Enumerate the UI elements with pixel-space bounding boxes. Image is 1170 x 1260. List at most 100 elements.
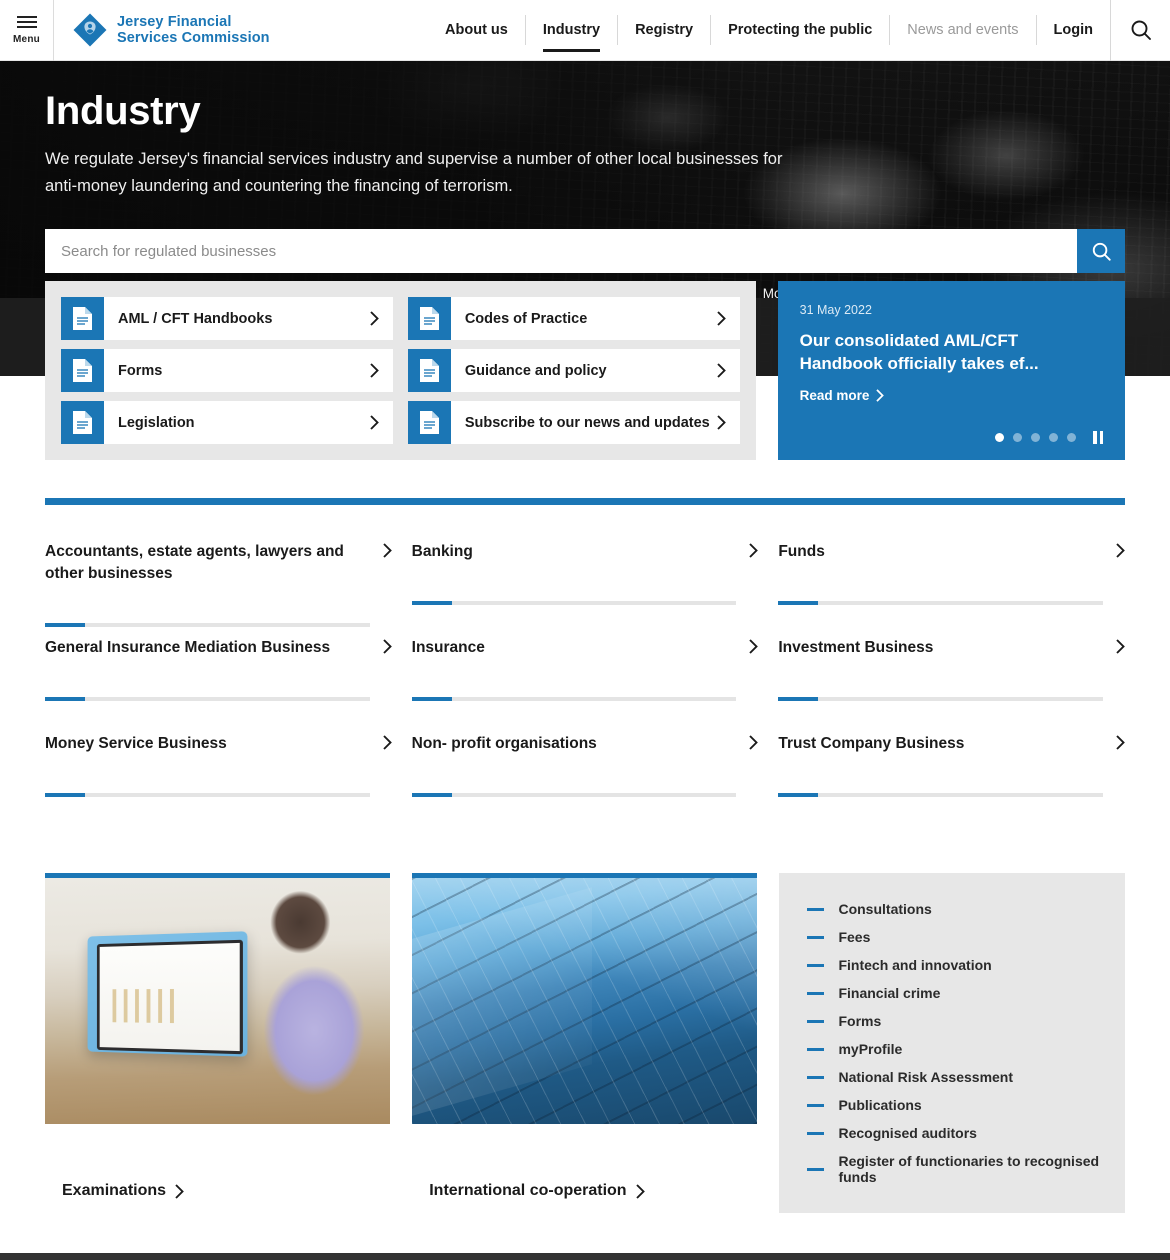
chevron-right-icon: [1116, 541, 1125, 563]
promo-card-examinations[interactable]: Examinations: [45, 873, 391, 1213]
category-label: Trust Company Business: [778, 735, 965, 752]
side-link-fintech-and-innovation[interactable]: Fintech and innovation: [799, 951, 1105, 979]
chevron-right-icon: [749, 637, 759, 659]
side-link-label: Financial crime: [838, 985, 941, 1001]
quick-link-label: Guidance and policy: [464, 362, 607, 379]
pause-icon[interactable]: [1093, 431, 1103, 444]
dash-icon: [807, 935, 825, 939]
side-link-label: Recognised auditors: [838, 1125, 977, 1141]
chevron-right-icon: [716, 311, 740, 326]
category-accent-rule: [45, 697, 370, 701]
category-general-insurance-mediation-business[interactable]: General Insurance Mediation Business: [45, 623, 392, 719]
chevron-right-icon: [876, 389, 885, 402]
side-link-financial-crime[interactable]: Financial crime: [799, 979, 1105, 1007]
news-carousel-card[interactable]: 31 May 2022 Our consolidated AML/CFT Han…: [777, 281, 1125, 460]
category-accountants-estate-agents-lawyers[interactable]: Accountants, estate agents, lawyers and …: [45, 527, 392, 627]
logo-home-link[interactable]: Jersey Financial Services Commission: [72, 12, 270, 48]
category-label: General Insurance Mediation Business: [45, 639, 331, 656]
category-accent-rule: [411, 793, 737, 797]
category-accent-rule: [778, 793, 1103, 797]
section-divider-bar: [45, 498, 1125, 505]
side-link-fees[interactable]: Fees: [799, 923, 1105, 951]
nav-item-about-us[interactable]: About us: [428, 15, 525, 45]
category-trust-company-business[interactable]: Trust Company Business: [778, 719, 1125, 815]
quick-link-label: Forms: [118, 362, 163, 379]
promo-image-glass-building: [412, 878, 758, 1124]
category-insurance[interactable]: Insurance: [411, 623, 759, 719]
jfsc-crest-icon: [72, 12, 108, 48]
nav-item-protecting-the-public[interactable]: Protecting the public: [710, 15, 889, 45]
chevron-right-icon: [749, 541, 759, 563]
search-submit-button[interactable]: [1077, 229, 1125, 274]
dash-icon: [807, 1047, 825, 1051]
carousel-dot-3[interactable]: [1031, 433, 1040, 442]
carousel-dot-4[interactable]: [1049, 433, 1058, 442]
promo-card-international-co-operation[interactable]: International co-operation: [412, 873, 758, 1213]
carousel-dot-1[interactable]: [995, 433, 1004, 442]
category-label: Non- profit organisations: [411, 735, 597, 752]
page-subtitle: We regulate Jersey's financial services …: [45, 150, 783, 195]
nav-item-registry[interactable]: Registry: [617, 15, 710, 45]
logo-wordmark: Jersey Financial Services Commission: [117, 14, 270, 46]
dash-icon: [807, 907, 825, 911]
side-link-myprofile[interactable]: myProfile: [799, 1035, 1105, 1063]
document-icon: [61, 401, 104, 444]
carousel-dot-2[interactable]: [1013, 433, 1022, 442]
quick-link-label: Legislation: [118, 414, 195, 431]
side-link-label: myProfile: [838, 1041, 903, 1057]
promo-label-text: Examinations: [62, 1182, 167, 1199]
side-link-recognised-auditors[interactable]: Recognised auditors: [799, 1119, 1105, 1147]
document-icon: [407, 297, 451, 340]
category-banking[interactable]: Banking: [411, 527, 759, 623]
promo-label[interactable]: Examinations: [45, 1169, 207, 1213]
side-link-label: Publications: [838, 1097, 922, 1113]
side-link-consultations[interactable]: Consultations: [799, 895, 1105, 923]
carousel-dot-5[interactable]: [1067, 433, 1076, 442]
quick-link-forms[interactable]: Forms: [61, 349, 393, 392]
quick-link-subscribe-news-updates[interactable]: Subscribe to our news and updates: [407, 401, 740, 444]
dash-icon: [807, 963, 825, 967]
category-funds[interactable]: Funds: [778, 527, 1125, 623]
quick-link-label: Subscribe to our news and updates: [464, 414, 710, 431]
carousel-controls: [800, 413, 1103, 444]
dash-icon: [807, 1131, 825, 1135]
news-read-more-link[interactable]: Read more: [800, 388, 1103, 403]
quick-link-codes-of-practice[interactable]: Codes of Practice: [407, 297, 740, 340]
chevron-right-icon: [635, 1183, 645, 1199]
quick-link-guidance-and-policy[interactable]: Guidance and policy: [407, 349, 740, 392]
chevron-right-icon: [382, 637, 392, 659]
side-link-label: Fintech and innovation: [838, 957, 992, 973]
nav-item-login[interactable]: Login: [1035, 15, 1110, 45]
category-money-service-business[interactable]: Money Service Business: [45, 719, 392, 815]
category-investment-business[interactable]: Investment Business: [778, 623, 1125, 719]
quick-link-legislation[interactable]: Legislation: [61, 401, 393, 444]
side-link-publications[interactable]: Publications: [799, 1091, 1105, 1119]
document-icon: [407, 401, 451, 444]
document-icon: [61, 297, 104, 340]
menu-button[interactable]: Menu: [0, 0, 54, 61]
category-non-profit-organisations[interactable]: Non- profit organisations: [411, 719, 759, 815]
category-accent-rule: [778, 697, 1103, 701]
quick-links-and-news-strip: AML / CFT Handbooks Codes of Practice Fo…: [0, 281, 1170, 460]
site-footer: Accessibility Careers Contact us Press o…: [0, 1253, 1170, 1260]
primary-nav: About us Industry Registry Protecting th…: [428, 0, 1110, 61]
side-link-register-of-functionaries[interactable]: Register of functionaries to recognised …: [799, 1147, 1105, 1191]
nav-item-news-and-events[interactable]: News and events: [889, 15, 1035, 45]
side-link-forms[interactable]: Forms: [799, 1007, 1105, 1035]
logo-line-2: Services Commission: [117, 30, 270, 46]
nav-item-industry[interactable]: Industry: [524, 15, 617, 52]
header-search-button[interactable]: [1110, 0, 1170, 61]
chevron-right-icon: [749, 733, 759, 755]
search-input[interactable]: [45, 229, 1077, 274]
promo-label[interactable]: International co-operation: [412, 1169, 667, 1213]
promo-row: Examinations International co-operation …: [0, 873, 1170, 1213]
side-link-label: Consultations: [838, 901, 932, 917]
chevron-right-icon: [175, 1183, 184, 1199]
page-title: Industry: [45, 89, 201, 133]
dash-icon: [807, 1103, 825, 1107]
side-link-national-risk-assessment[interactable]: National Risk Assessment: [799, 1063, 1105, 1091]
quick-link-aml-cft-handbooks[interactable]: AML / CFT Handbooks: [61, 297, 393, 340]
dash-icon: [807, 991, 825, 995]
related-links-panel: Consultations Fees Fintech and innovatio…: [779, 873, 1126, 1213]
category-accent-rule: [778, 601, 1103, 605]
